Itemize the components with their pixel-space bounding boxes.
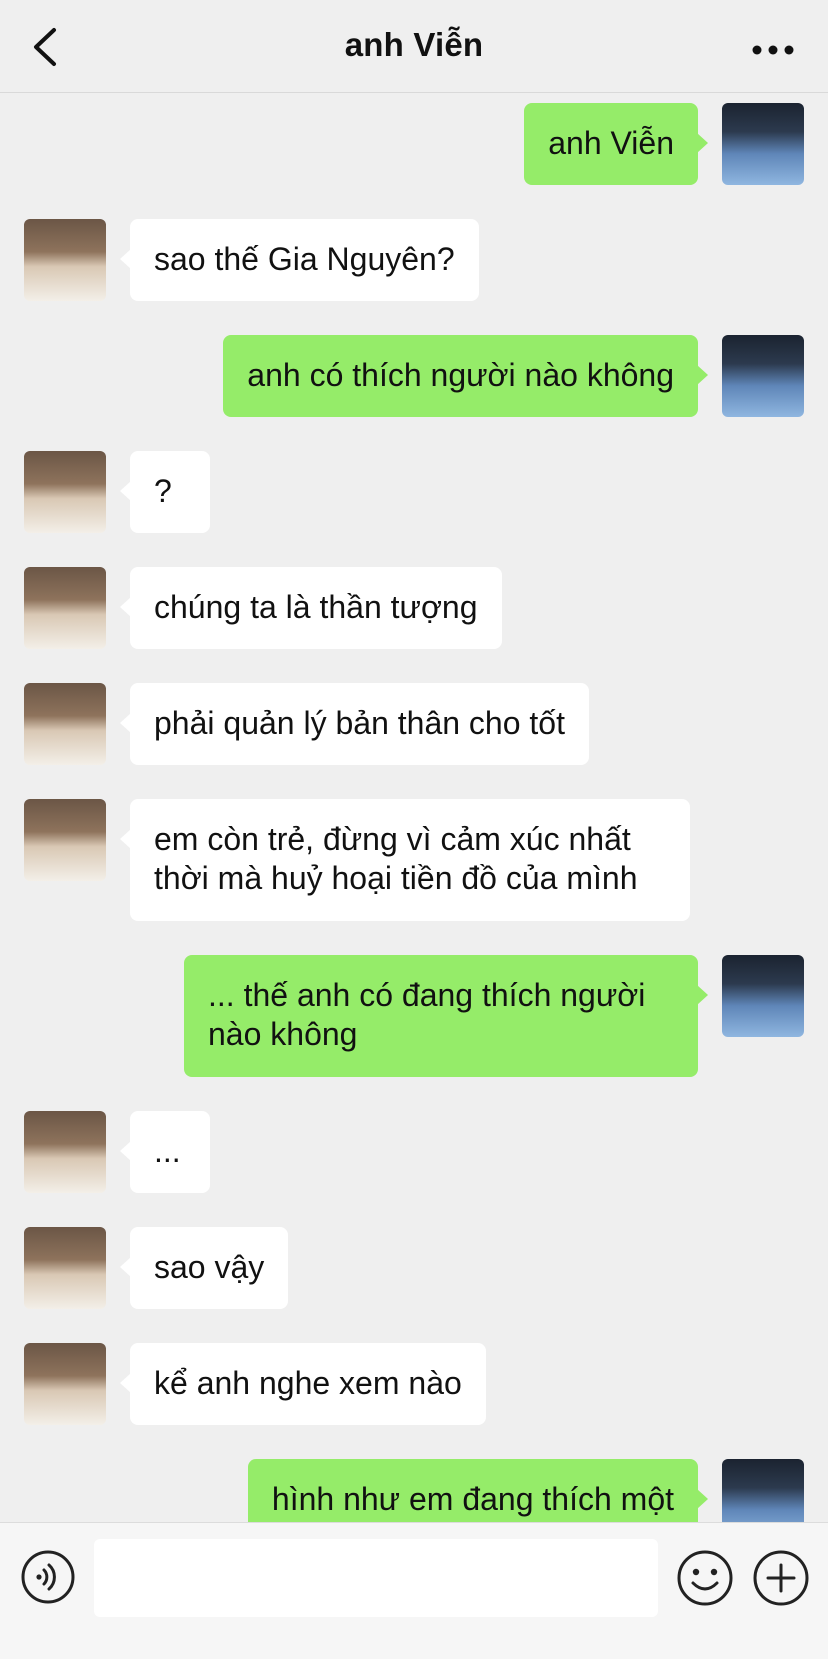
avatar[interactable] bbox=[24, 799, 106, 881]
avatar[interactable] bbox=[722, 335, 804, 417]
message-bubble[interactable]: phải quản lý bản thân cho tốt bbox=[120, 683, 589, 765]
avatar[interactable] bbox=[24, 1111, 106, 1193]
message-list[interactable]: anh Viễn sao thế Gia Nguyên? anh có thíc… bbox=[0, 93, 828, 1522]
avatar[interactable] bbox=[24, 219, 106, 301]
avatar[interactable] bbox=[24, 683, 106, 765]
message-bubble[interactable]: hình như em đang thích một bbox=[247, 1459, 709, 1522]
message-bubble[interactable]: anh có thích người nào không bbox=[223, 335, 708, 417]
avatar[interactable] bbox=[24, 1343, 106, 1425]
avatar[interactable] bbox=[722, 955, 804, 1037]
avatar[interactable] bbox=[722, 103, 804, 185]
avatar[interactable] bbox=[24, 567, 106, 649]
message-bubble[interactable]: anh Viễn bbox=[524, 103, 708, 185]
input-bar bbox=[0, 1522, 828, 1659]
avatar[interactable] bbox=[24, 1227, 106, 1309]
avatar[interactable] bbox=[722, 1459, 804, 1522]
message-bubble[interactable]: kể anh nghe xem nào bbox=[120, 1343, 486, 1425]
message-bubble[interactable]: em còn trẻ, đừng vì cảm xúc nhất thời mà… bbox=[120, 799, 690, 921]
plus-icon[interactable] bbox=[752, 1549, 810, 1607]
message-bubble[interactable]: sao vậy bbox=[119, 1227, 289, 1309]
chat-title: anh Viễn bbox=[344, 26, 484, 63]
nav-bar: anh Viễn bbox=[0, 0, 828, 93]
message-bubble[interactable]: sao thế Gia Nguyên? bbox=[120, 219, 479, 301]
message-input[interactable] bbox=[94, 1539, 658, 1617]
message-bubble[interactable]: ... thế anh có đang thích người nào khôn… bbox=[184, 955, 708, 1077]
message-bubble[interactable]: ... bbox=[120, 1111, 210, 1193]
message-bubble[interactable]: ? bbox=[120, 451, 210, 533]
message-bubble[interactable]: chúng ta là thần tượng bbox=[120, 567, 502, 649]
voice-icon[interactable] bbox=[20, 1549, 76, 1605]
emoji-icon[interactable] bbox=[676, 1549, 734, 1607]
more-dots-icon[interactable] bbox=[748, 30, 798, 70]
avatar[interactable] bbox=[24, 451, 106, 533]
